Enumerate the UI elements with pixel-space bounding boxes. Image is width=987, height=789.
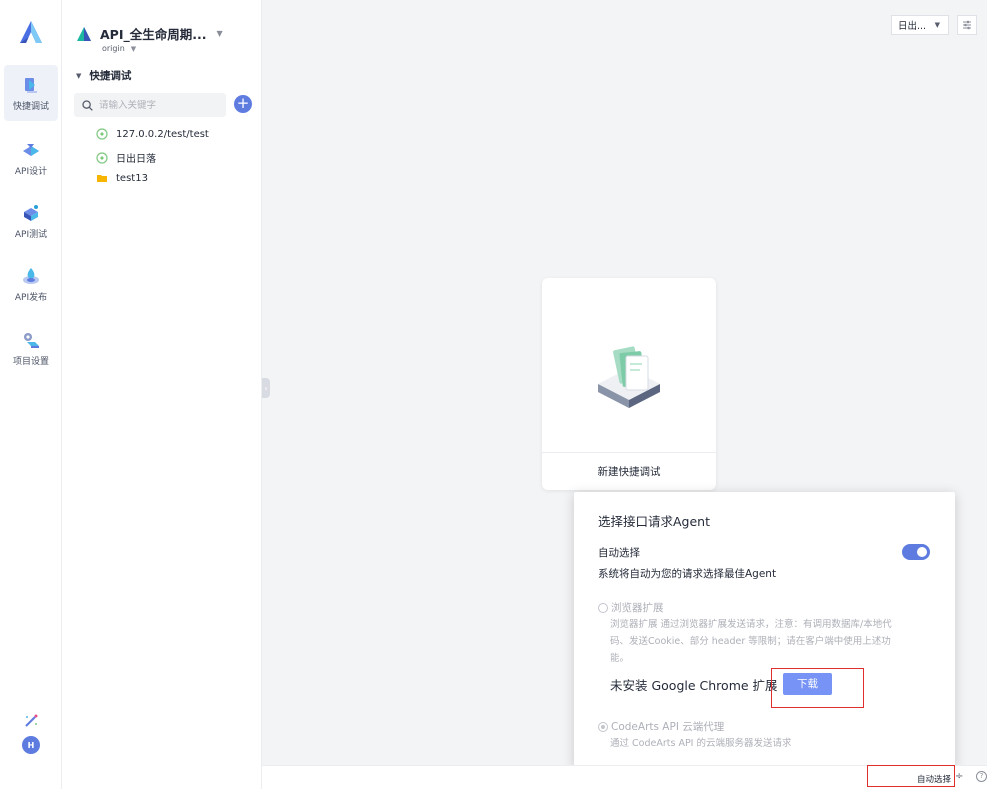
browser-extension-radio[interactable] [598,602,608,613]
add-request-button[interactable]: + [234,95,252,113]
project-switcher[interactable]: API_全生命周期... ▼ [76,24,223,43]
section-title: 快捷调试 [89,70,132,82]
magic-wand-icon[interactable] [22,712,40,730]
browser-extension-description: 浏览器扩展 通过浏览器扩展发送请求，注意：有调用数据库/本地代码、发送Cooki… [610,619,892,664]
nav-api-design[interactable]: API设计 [4,130,58,186]
search-icon [82,99,93,111]
request-icon [96,128,108,140]
browser-extension-option[interactable]: 浏览器扩展 [598,600,664,615]
extension-not-installed-text: 未安装 Google Chrome 扩展 [610,678,778,693]
auto-select-label: 自动选择 [598,547,640,559]
documents-box-illustration [598,346,660,408]
auto-select-description: 系统将自动为您的请求选择最佳Agent [598,568,777,580]
panel-collapse-handle[interactable]: ‹ [262,378,270,398]
environment-value: 日出... [898,21,927,32]
app-root: 快捷调试 API设计 API测试 API发布 项目设置 H API_全生命周期.… [0,0,987,789]
nav-quick-debug-label: 快捷调试 [12,102,49,112]
search-input[interactable] [99,99,219,111]
environment-settings-button[interactable] [957,15,977,35]
tree-item-label: 127.0.0.2/test/test [116,128,209,140]
nav-api-publish[interactable]: API发布 [4,256,58,312]
api-design-icon [23,144,39,156]
environment-select[interactable]: 日出... ▼ [891,15,949,35]
api-test-icon [24,205,38,221]
nav-rail: 快捷调试 API设计 API测试 API发布 项目设置 H [0,0,62,789]
project-settings-icon [24,333,39,348]
nav-api-design-label: API设计 [14,167,48,177]
nav-quick-debug[interactable]: 快捷调试 [4,65,58,121]
nav-api-test[interactable]: API测试 [4,193,58,249]
section-collapse-icon: ▼ [76,71,82,80]
new-quick-debug-label: 新建快捷调试 [597,466,661,478]
tree-item-folder[interactable]: test13 [96,172,148,184]
sliders-icon [963,20,971,30]
user-avatar[interactable]: H [22,736,40,754]
cloud-proxy-option[interactable]: CodeArts API 云端代理 [598,719,724,734]
toggle-knob [917,547,927,557]
tree-item-label: 日出日落 [116,154,156,165]
api-tree-panel: API_全生命周期... ▼ origin ▼ ▼ 快捷调试 + 127.0.0.… [62,0,262,789]
nav-api-publish-label: API发布 [14,293,48,303]
project-name: API_全生命周期... [100,27,207,42]
auto-select-toggle[interactable] [902,544,930,560]
folder-icon [97,175,107,182]
tree-item-request[interactable]: 127.0.0.2/test/test [96,128,209,140]
project-chevron-down-icon: ▼ [216,29,223,38]
cloud-proxy-label: CodeArts API 云端代理 [611,721,725,733]
codearts-logo [20,21,42,43]
download-extension-button[interactable]: 下载 [783,673,832,695]
cloud-proxy-radio[interactable] [598,721,608,732]
quick-debug-section-header[interactable]: ▼ 快捷调试 [76,68,131,83]
quick-debug-icon [25,78,37,93]
tree-item-request[interactable]: 日出日落 [96,150,156,165]
help-icon[interactable]: ? [976,771,987,782]
project-logo-icon [77,26,91,41]
cloud-proxy-description: 通过 CodeArts API 的云端服务器发送请求 [610,738,792,749]
new-quick-debug-card[interactable]: 新建快捷调试 [542,278,716,490]
status-bar: 自动选择 ÷ ? [262,765,987,789]
popover-title: 选择接口请求Agent [598,514,710,529]
card-divider [542,452,716,453]
tree-item-label: test13 [116,172,148,184]
agent-select-popover: 选择接口请求Agent 自动选择 系统将自动为您的请求选择最佳Agent 浏览器… [574,492,955,768]
nav-project-settings-label: 项目设置 [12,357,49,367]
nav-project-settings[interactable]: 项目设置 [4,320,58,376]
environment-chevron-down-icon: ▼ [934,21,940,29]
agent-select-caret-icon[interactable]: ÷ [955,771,963,782]
browser-extension-label: 浏览器扩展 [611,602,664,614]
agent-auto-select-trigger[interactable]: 自动选择 [917,773,951,785]
request-icon [96,151,108,164]
nav-api-test-label: API测试 [14,230,48,240]
branch-name: origin [102,44,125,53]
branch-chevron-down-icon: ▼ [130,45,137,53]
branch-switcher[interactable]: origin ▼ [102,44,136,53]
tree-search [74,93,226,117]
api-publish-icon [23,268,39,284]
